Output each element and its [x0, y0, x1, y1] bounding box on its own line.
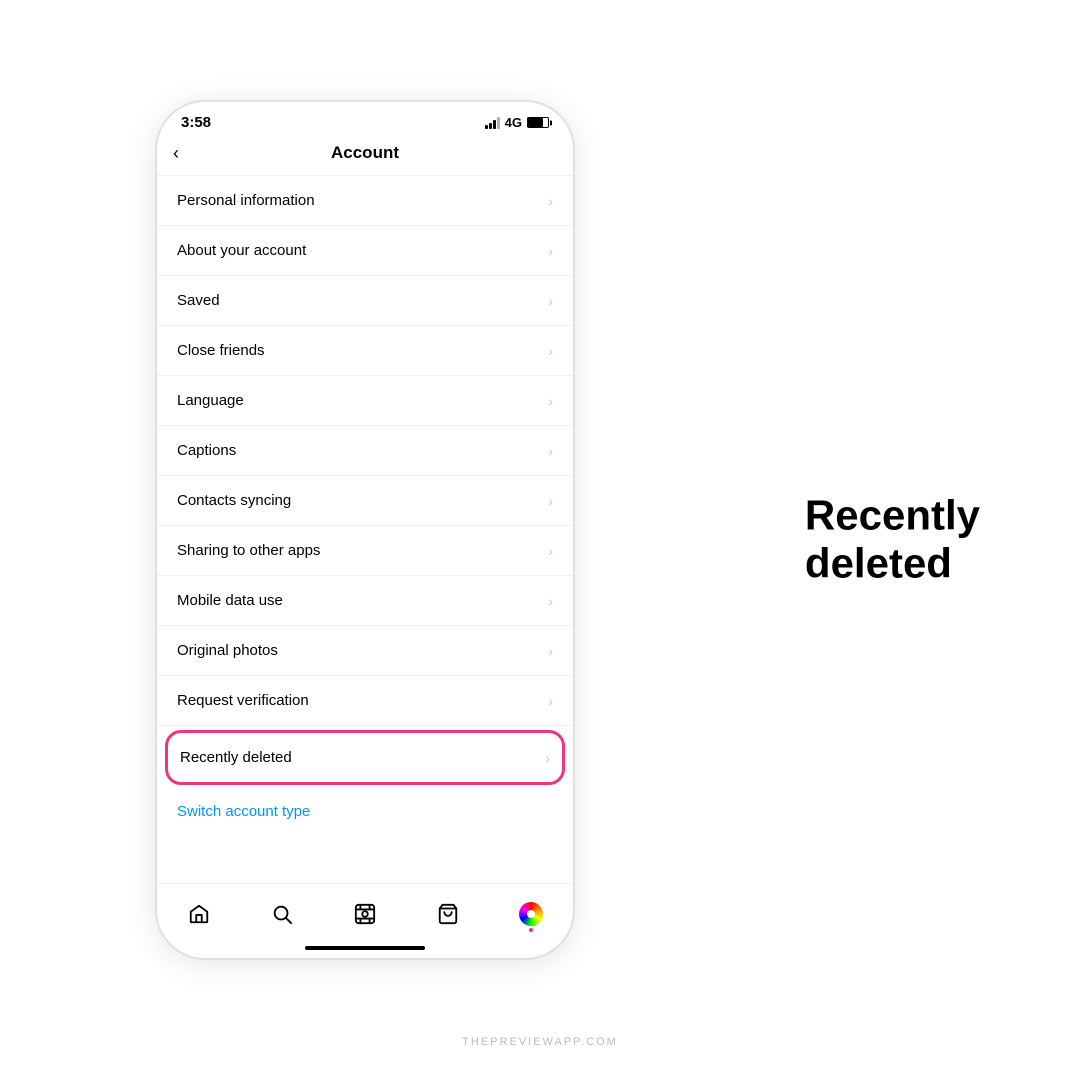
- home-indicator: [305, 946, 425, 950]
- menu-item-label: Original photos: [177, 642, 278, 659]
- signal-bars-icon: [485, 117, 500, 129]
- profile-nav-dot: [529, 928, 533, 932]
- switch-account-button[interactable]: Switch account type: [177, 803, 310, 820]
- nav-reels[interactable]: [345, 894, 385, 934]
- menu-item-personal-information[interactable]: Personal information ›: [157, 176, 573, 226]
- menu-item-label: Language: [177, 392, 244, 409]
- chevron-right-icon: ›: [548, 293, 553, 309]
- nav-home[interactable]: [179, 894, 219, 934]
- menu-item-label: Request verification: [177, 692, 309, 709]
- menu-item-about-your-account[interactable]: About your account ›: [157, 226, 573, 276]
- status-bar: 3:58 4G: [157, 102, 573, 135]
- chevron-right-icon: ›: [545, 750, 550, 766]
- canvas: 3:58 4G ‹ Account Pers: [0, 0, 1080, 1080]
- chevron-right-icon: ›: [548, 493, 553, 509]
- menu-item-recently-deleted[interactable]: Recently deleted ›: [165, 730, 565, 785]
- annotation-text: Recently deleted: [805, 492, 980, 589]
- annotation-line1: Recently: [805, 492, 980, 540]
- status-time: 3:58: [181, 114, 211, 131]
- bottom-nav: [157, 883, 573, 940]
- chevron-right-icon: ›: [548, 593, 553, 609]
- menu-item-label: Saved: [177, 292, 220, 309]
- chevron-right-icon: ›: [548, 643, 553, 659]
- nav-shop[interactable]: [428, 894, 468, 934]
- annotation-line2: deleted: [805, 540, 980, 588]
- menu-item-close-friends[interactable]: Close friends ›: [157, 326, 573, 376]
- menu-item-contacts-syncing[interactable]: Contacts syncing ›: [157, 476, 573, 526]
- network-label: 4G: [505, 115, 522, 130]
- menu-item-captions[interactable]: Captions ›: [157, 426, 573, 476]
- chevron-right-icon: ›: [548, 393, 553, 409]
- nav-profile[interactable]: [511, 894, 551, 934]
- phone-frame: 3:58 4G ‹ Account Pers: [155, 100, 575, 960]
- menu-item-label: Mobile data use: [177, 592, 283, 609]
- menu-item-mobile-data-use[interactable]: Mobile data use ›: [157, 576, 573, 626]
- chevron-right-icon: ›: [548, 193, 553, 209]
- phone-inner: 3:58 4G ‹ Account Pers: [157, 102, 573, 958]
- chevron-right-icon: ›: [548, 693, 553, 709]
- chevron-right-icon: ›: [548, 543, 553, 559]
- menu-item-label: Captions: [177, 442, 236, 459]
- battery-icon: [527, 117, 549, 128]
- switch-account-section: Switch account type: [157, 789, 573, 835]
- app-header: ‹ Account: [157, 135, 573, 176]
- menu-item-original-photos[interactable]: Original photos ›: [157, 626, 573, 676]
- menu-item-label: Sharing to other apps: [177, 542, 320, 559]
- menu-item-label: Recently deleted: [180, 749, 292, 766]
- menu-item-saved[interactable]: Saved ›: [157, 276, 573, 326]
- watermark: THEPREVIEWAPP.COM: [462, 1036, 618, 1048]
- menu-list: Personal information › About your accoun…: [157, 176, 573, 883]
- color-wheel-icon: [519, 902, 543, 926]
- menu-item-label: Contacts syncing: [177, 492, 291, 509]
- status-icons: 4G: [485, 115, 549, 130]
- menu-item-label: Personal information: [177, 192, 315, 209]
- menu-item-language[interactable]: Language ›: [157, 376, 573, 426]
- chevron-right-icon: ›: [548, 443, 553, 459]
- menu-item-request-verification[interactable]: Request verification ›: [157, 676, 573, 726]
- menu-item-label: Close friends: [177, 342, 265, 359]
- menu-item-sharing-to-other-apps[interactable]: Sharing to other apps ›: [157, 526, 573, 576]
- back-button[interactable]: ‹: [173, 143, 179, 164]
- header-title: Account: [331, 143, 399, 163]
- menu-item-label: About your account: [177, 242, 306, 259]
- nav-search[interactable]: [262, 894, 302, 934]
- chevron-right-icon: ›: [548, 343, 553, 359]
- chevron-right-icon: ›: [548, 243, 553, 259]
